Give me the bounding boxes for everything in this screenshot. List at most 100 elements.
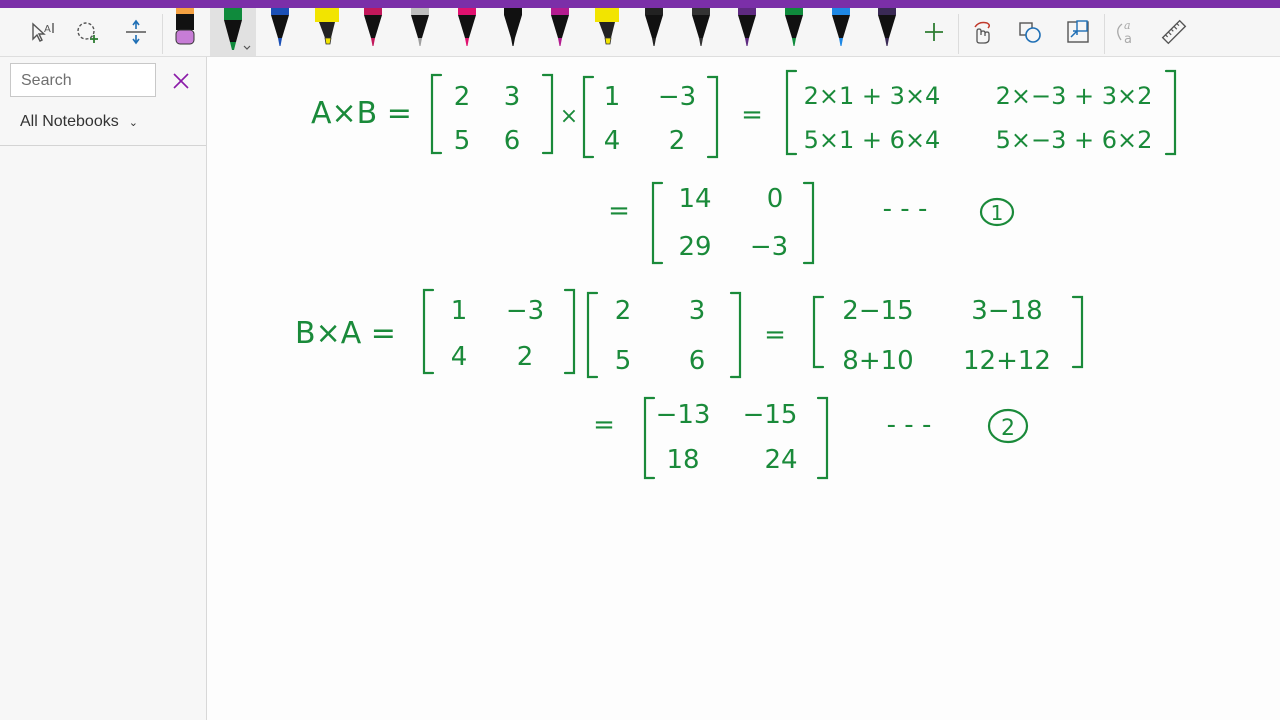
touch-drawing-icon[interactable]: [962, 8, 1002, 56]
result-1-left-bracket: [651, 181, 664, 265]
matrix-a2-right-bracket: [729, 291, 742, 379]
result-1-cell: −3: [750, 232, 788, 262]
notebooks-dropdown[interactable]: All Notebooks ⌄: [20, 111, 138, 133]
ink-to-shape-icon[interactable]: [1010, 8, 1050, 56]
equation-tag-2: 2: [1001, 416, 1015, 441]
pen-icon[interactable]: [498, 8, 528, 56]
matrix-a-cell: 5: [454, 126, 471, 156]
product-2-right-bracket: [1071, 295, 1084, 369]
add-pen-icon[interactable]: [914, 8, 954, 56]
search-input[interactable]: [19, 65, 153, 97]
pen-icon[interactable]: [686, 8, 716, 56]
matrix-b2-cell: 1: [451, 296, 468, 326]
chevron-down-icon: ⌄: [128, 116, 138, 129]
ruler-icon[interactable]: [1154, 8, 1194, 56]
result-1-right-bracket: [802, 181, 815, 265]
matrix-b-cell: 1: [604, 82, 621, 112]
product-2-cell: 2−15: [842, 296, 913, 326]
note-canvas[interactable]: A×B = 2 3 5 6 × 1 −3 4 2 = 2×1 + 3×4 2×−3 + 3×2 5×1 +…: [207, 57, 1280, 720]
result-2-cell: −13: [656, 400, 711, 430]
pen-icon[interactable]: [265, 8, 295, 56]
close-search-button[interactable]: [166, 67, 196, 95]
times-sign: ×: [560, 104, 578, 129]
matrix-a-cell: 3: [504, 82, 521, 112]
equation-1-lhs: A×B =: [311, 96, 412, 131]
handwritten-ink: A×B = 2 3 5 6 × 1 −3 4 2 = 2×1 + 3×4 2×−3 + 3×2 5×1 +…: [295, 69, 1177, 480]
svg-text:A: A: [44, 24, 51, 35]
matrix-a2-cell: 5: [615, 346, 632, 376]
product-1-right-bracket: [1164, 69, 1177, 156]
toolbar-separator: [162, 14, 163, 54]
matrix-a-left-bracket: [430, 73, 443, 155]
toolbar-separator: [958, 14, 959, 54]
result-2-right-bracket: [816, 396, 829, 480]
matrix-a2-cell: 2: [615, 296, 632, 326]
matrix-a2-left-bracket: [586, 291, 599, 379]
matrix-a-right-bracket: [541, 73, 554, 155]
equals-sign: =: [764, 320, 786, 350]
pen-icon[interactable]: [732, 8, 762, 56]
matrix-b2-cell: −3: [506, 296, 544, 326]
pen-icon[interactable]: [639, 8, 669, 56]
pen-icon[interactable]: [210, 8, 256, 56]
matrix-a2-cell: 6: [689, 346, 706, 376]
notebooks-label: All Notebooks: [20, 113, 119, 130]
pen-icon[interactable]: [545, 8, 575, 56]
highlighter-pen-icon[interactable]: [170, 8, 200, 56]
pen-icon[interactable]: [358, 8, 388, 56]
result-1-cell: 14: [678, 184, 711, 214]
highlighter-pen-icon[interactable]: [592, 8, 622, 56]
equals-sign: =: [741, 100, 763, 130]
window-accent-bar: [0, 0, 1280, 8]
product-1-cell: 2×1 + 3×4: [804, 82, 941, 110]
result-1-cell: 0: [767, 184, 784, 214]
product-1-cell: 2×−3 + 3×2: [996, 82, 1153, 110]
insert-space-icon[interactable]: [116, 8, 156, 56]
product-2-cell: 3−18: [971, 296, 1042, 326]
product-1-cell: 5×−3 + 6×2: [996, 126, 1153, 154]
result-1-cell: 29: [678, 232, 711, 262]
add-space-icon[interactable]: [68, 8, 108, 56]
pen-icon[interactable]: [452, 8, 482, 56]
notebook-sidebar: All Notebooks ⌄: [0, 57, 207, 720]
ink-to-text-icon[interactable]: [1058, 8, 1098, 56]
dashes: - - -: [883, 194, 928, 224]
matrix-b2-cell: 2: [517, 342, 534, 372]
pen-icon[interactable]: [826, 8, 856, 56]
galaxy-pen-icon[interactable]: [405, 8, 435, 56]
dashes: - - -: [887, 410, 932, 440]
search-box[interactable]: [10, 63, 156, 97]
toolbar-separator: [1104, 14, 1105, 54]
result-2-cell: 18: [666, 445, 699, 475]
product-2-left-bracket: [812, 295, 825, 369]
product-1-left-bracket: [785, 69, 798, 156]
matrix-a-cell: 2: [454, 82, 471, 112]
svg-text:a: a: [1124, 32, 1132, 46]
matrix-b-right-bracket: [706, 75, 719, 159]
lasso-select-icon[interactable]: A: [22, 8, 62, 56]
product-1-cell: 5×1 + 6×4: [804, 126, 941, 154]
ink-to-math-icon: aa: [1106, 8, 1146, 56]
matrix-b2-left-bracket: [422, 288, 435, 375]
draw-toolbar: A aa: [0, 8, 1280, 57]
close-icon: [173, 73, 189, 89]
product-2-cell: 8+10: [842, 346, 913, 376]
result-2-cell: 24: [764, 445, 797, 475]
matrix-b-left-bracket: [582, 75, 595, 159]
pen-icon[interactable]: [872, 8, 902, 56]
equals-sign: =: [608, 196, 630, 226]
matrix-b-cell: −3: [658, 82, 696, 112]
pen-icon[interactable]: [779, 8, 809, 56]
highlighter-pen-icon[interactable]: [312, 8, 342, 56]
matrix-a2-cell: 3: [689, 296, 706, 326]
matrix-a-cell: 6: [504, 126, 521, 156]
product-2-cell: 12+12: [963, 346, 1051, 376]
equals-sign: =: [593, 410, 615, 440]
equation-tag-1: 1: [991, 201, 1004, 225]
equation-3-lhs: B×A =: [295, 316, 396, 351]
matrix-b-cell: 2: [669, 126, 686, 156]
matrix-b2-cell: 4: [451, 342, 468, 372]
matrix-b-cell: 4: [604, 126, 621, 156]
result-2-cell: −15: [743, 400, 798, 430]
sidebar-divider: [0, 145, 206, 146]
